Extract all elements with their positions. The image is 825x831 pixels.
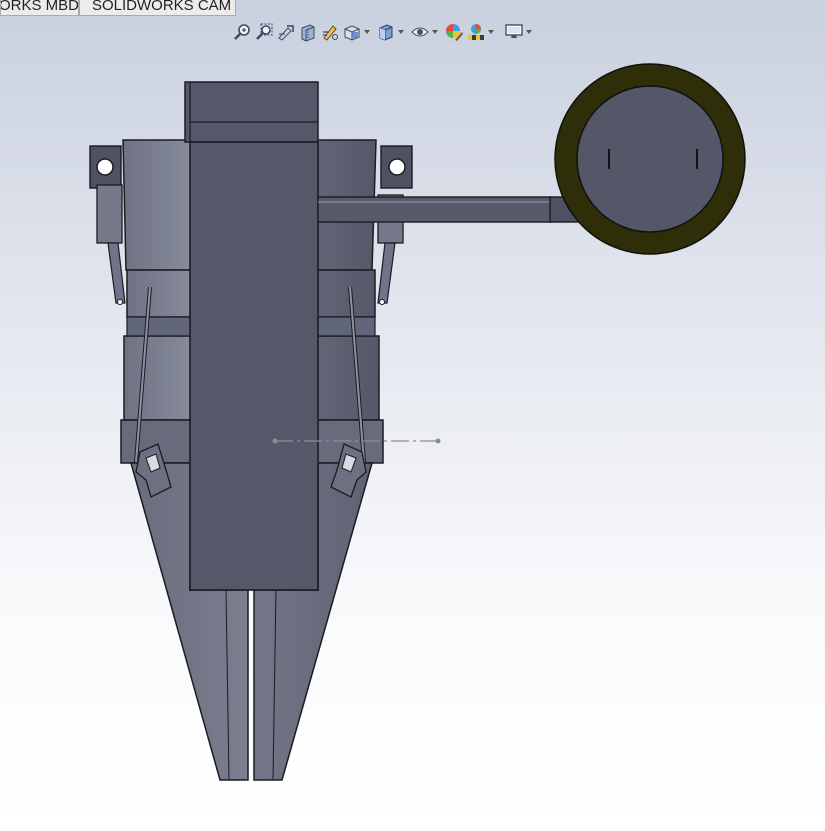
camera-ring xyxy=(554,63,746,255)
apply-scene-icon[interactable] xyxy=(465,21,487,43)
display-style-icon[interactable] xyxy=(375,21,397,43)
top-cap xyxy=(184,81,319,143)
graphics-area-model[interactable] xyxy=(0,0,825,831)
dynamic-annotation-views-icon[interactable] xyxy=(319,21,341,43)
view-settings-dropdown-icon[interactable] xyxy=(525,21,533,43)
zoom-to-area-icon[interactable] xyxy=(253,21,275,43)
previous-view-icon[interactable] xyxy=(275,21,297,43)
heads-up-view-toolbar xyxy=(231,21,537,43)
view-settings-icon[interactable] xyxy=(503,21,525,43)
zoom-to-fit-icon[interactable] xyxy=(231,21,253,43)
edit-appearance-icon[interactable] xyxy=(443,21,465,43)
hide-show-items-dropdown-icon[interactable] xyxy=(431,21,439,43)
tab-solidworks-cam[interactable]: SOLIDWORKS CAM xyxy=(79,0,236,16)
section-view-icon[interactable] xyxy=(297,21,319,43)
display-style-dropdown-icon[interactable] xyxy=(397,21,405,43)
apply-scene-dropdown-icon[interactable] xyxy=(487,21,495,43)
view-orientation-dropdown-icon[interactable] xyxy=(363,21,371,43)
command-manager-tabs: ORKS MBD SOLIDWORKS CAM xyxy=(0,0,236,17)
camera-arm xyxy=(317,196,581,223)
hide-show-items-icon[interactable] xyxy=(409,21,431,43)
central-column xyxy=(189,141,319,591)
tab-solidworks-mbd[interactable]: ORKS MBD xyxy=(0,0,79,16)
view-orientation-icon[interactable] xyxy=(341,21,363,43)
